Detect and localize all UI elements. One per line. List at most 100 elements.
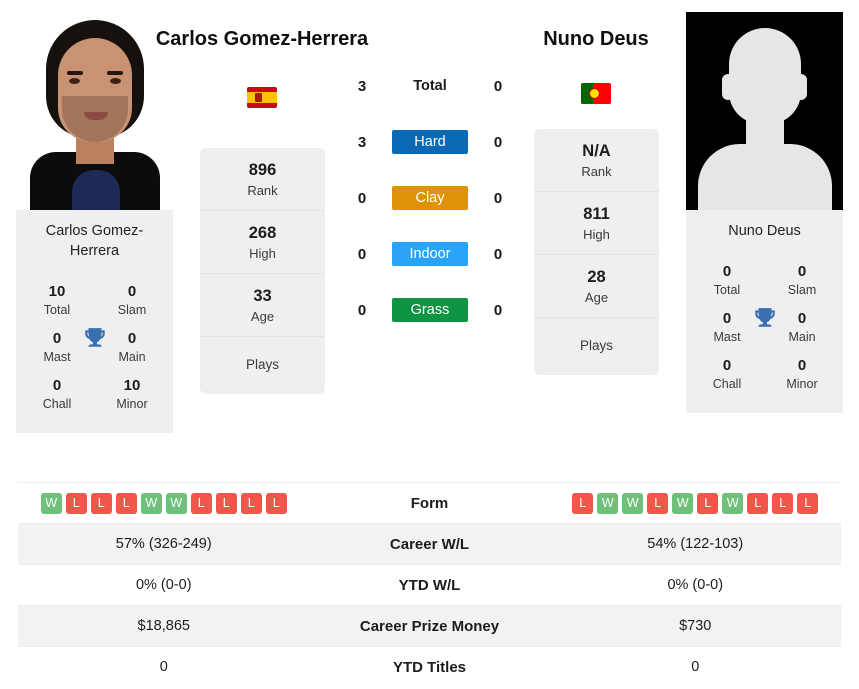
form-badge-loss[interactable]: L <box>265 492 287 514</box>
h2h-left-score: 0 <box>357 245 367 263</box>
h2h-surface-label-total: Total <box>413 78 447 94</box>
h2h-label-wrap: Hard <box>384 130 476 154</box>
right-player-card-name: Nuno Deus <box>686 210 843 252</box>
form-badge-loss[interactable]: L <box>240 492 262 514</box>
h2h-right-score: 0 <box>493 301 503 319</box>
h2h-surface-label-clay[interactable]: Clay <box>392 186 468 210</box>
player-comparison-page: Carlos Gomez-Herrera 10 Total 0 Slam 0 M… <box>0 0 859 689</box>
h2h-label-wrap: Grass <box>384 298 476 322</box>
titles-slam: 0 Slam <box>787 263 817 297</box>
plays-cell: Plays <box>245 357 279 372</box>
h2h-right-score: 0 <box>493 245 503 263</box>
left-player-column: Carlos Gomez-Herrera 10 Total 0 Slam 0 M… <box>16 12 173 433</box>
h2h-left-score: 3 <box>357 77 367 95</box>
left-player-card-name: Carlos Gomez-Herrera <box>16 210 173 272</box>
left-player-titles-panel: 10 Total 0 Slam 0 Mast 0 Main 0 Chall 10… <box>16 272 173 433</box>
form-badge-loss[interactable]: L <box>90 492 112 514</box>
titles-slam: 0 Slam <box>117 283 147 317</box>
stat-label: YTD W/L <box>398 576 461 594</box>
h2h-left-score: 0 <box>357 301 367 319</box>
form-badge-loss[interactable]: L <box>115 492 137 514</box>
trophy-icon <box>752 305 778 333</box>
right-player-titles-panel: 0 Total 0 Slam 0 Mast 0 Main 0 Chall 0 M… <box>686 252 843 413</box>
h2h-label-wrap: Indoor <box>384 242 476 266</box>
spain-flag-icon <box>247 87 277 108</box>
h2h-label-wrap: Clay <box>384 186 476 210</box>
form-badge-loss[interactable]: L <box>647 492 669 514</box>
portugal-flag-icon <box>581 83 611 104</box>
form-badge-loss[interactable]: L <box>190 492 212 514</box>
high-rank-cell: 268 High <box>200 211 325 274</box>
form-badge-win[interactable]: W <box>722 492 744 514</box>
form-badge-win[interactable]: W <box>40 492 62 514</box>
h2h-right-score: 0 <box>493 189 503 207</box>
h2h-row-hard: 3 Hard 0 <box>340 114 520 170</box>
table-row: 0% (0-0) YTD W/L 0% (0-0) <box>18 564 841 605</box>
stats-comparison-table: W L L L W W L L L L Form L W W L W L W L L L 57% (326-249) Car… <box>18 482 841 687</box>
right-ytd-titles-value: 0 <box>691 659 700 675</box>
right-form-badges: LWWLWLWLLL <box>550 492 842 514</box>
titles-row-total-slam: 10 Total 0 Slam <box>22 278 167 325</box>
form-badge-win[interactable]: W <box>165 492 187 514</box>
titles-main: 0 Main <box>118 330 146 364</box>
right-player-rank-card: N/A Rank 811 High 28 Age Plays <box>534 129 659 375</box>
form-badge-win[interactable]: W <box>597 492 619 514</box>
form-badge-loss[interactable]: L <box>772 492 794 514</box>
form-badge-win[interactable]: W <box>140 492 162 514</box>
form-badge-loss[interactable]: L <box>747 492 769 514</box>
titles-chall: 0 Chall <box>42 377 72 411</box>
h2h-row-total: 3 Total 0 <box>340 58 520 114</box>
left-career-wl-value: 57% (326-249) <box>115 536 212 552</box>
plays-cell: Plays <box>579 338 613 353</box>
form-badge-loss[interactable]: L <box>797 492 819 514</box>
right-career-prize-money-value: $730 <box>679 618 712 634</box>
right-player-name[interactable]: Nuno Deus <box>481 26 711 52</box>
table-row: $18,865 Career Prize Money $730 <box>18 605 841 646</box>
table-row: 0 YTD Titles 0 <box>18 646 841 687</box>
left-career-prize-money-value: $18,865 <box>137 618 190 634</box>
h2h-left-score: 3 <box>357 133 367 151</box>
titles-row-chall-minor: 0 Chall 10 Minor <box>22 372 167 419</box>
form-badge-win[interactable]: W <box>622 492 644 514</box>
right-form-cell: LWWLWLWLLL <box>550 492 842 514</box>
titles-chall: 0 Chall <box>712 357 742 391</box>
h2h-right-score: 0 <box>493 77 503 95</box>
left-ytd-wl-value: 0% (0-0) <box>135 577 192 593</box>
h2h-row-grass: 0 Grass 0 <box>340 282 520 338</box>
titles-row-total-slam: 0 Total 0 Slam <box>692 258 837 305</box>
head-to-head-surfaces: 3 Total 0 3 Hard 0 0 Clay 0 0 Indoor 0 0 Grass 0 <box>340 58 520 338</box>
form-badge-loss[interactable]: L <box>697 492 719 514</box>
h2h-surface-label-indoor[interactable]: Indoor <box>392 242 468 266</box>
form-badge-loss[interactable]: L <box>215 492 237 514</box>
h2h-surface-label-grass[interactable]: Grass <box>392 298 468 322</box>
titles-total: 10 Total <box>43 283 71 317</box>
titles-row-chall-minor: 0 Chall 0 Minor <box>692 352 837 399</box>
table-row: 57% (326-249) Career W/L 54% (122-103) <box>18 523 841 564</box>
left-form-badges: WLLLWWLLLL <box>18 492 310 514</box>
age-cell: 33 Age <box>200 274 325 337</box>
h2h-left-score: 0 <box>357 189 367 207</box>
form-badge-loss[interactable]: L <box>65 492 87 514</box>
right-ytd-wl-value: 0% (0-0) <box>667 577 724 593</box>
stat-label: Form <box>410 494 449 512</box>
h2h-row-indoor: 0 Indoor 0 <box>340 226 520 282</box>
left-player-name[interactable]: Carlos Gomez-Herrera <box>147 26 377 52</box>
titles-main: 0 Main <box>788 310 816 344</box>
form-badge-loss[interactable]: L <box>572 492 594 514</box>
stat-label: Career Prize Money <box>359 617 500 635</box>
left-player-rank-card: 896 Rank 268 High 33 Age Plays <box>200 148 325 394</box>
age-cell: 28 Age <box>534 255 659 318</box>
trophy-icon <box>82 325 108 353</box>
h2h-surface-label-hard[interactable]: Hard <box>392 130 468 154</box>
form-badge-win[interactable]: W <box>672 492 694 514</box>
titles-minor: 0 Minor <box>786 357 818 391</box>
h2h-row-clay: 0 Clay 0 <box>340 170 520 226</box>
h2h-label-wrap: Total <box>384 75 476 97</box>
left-form-cell: WLLLWWLLLL <box>18 492 310 514</box>
right-career-wl-value: 54% (122-103) <box>647 536 744 552</box>
stat-label: Career W/L <box>389 535 470 553</box>
rank-cell: 896 Rank <box>200 148 325 211</box>
right-player-column: Nuno Deus 0 Total 0 Slam 0 Mast 0 Main 0… <box>686 12 843 413</box>
titles-total: 0 Total <box>713 263 741 297</box>
h2h-right-score: 0 <box>493 133 503 151</box>
